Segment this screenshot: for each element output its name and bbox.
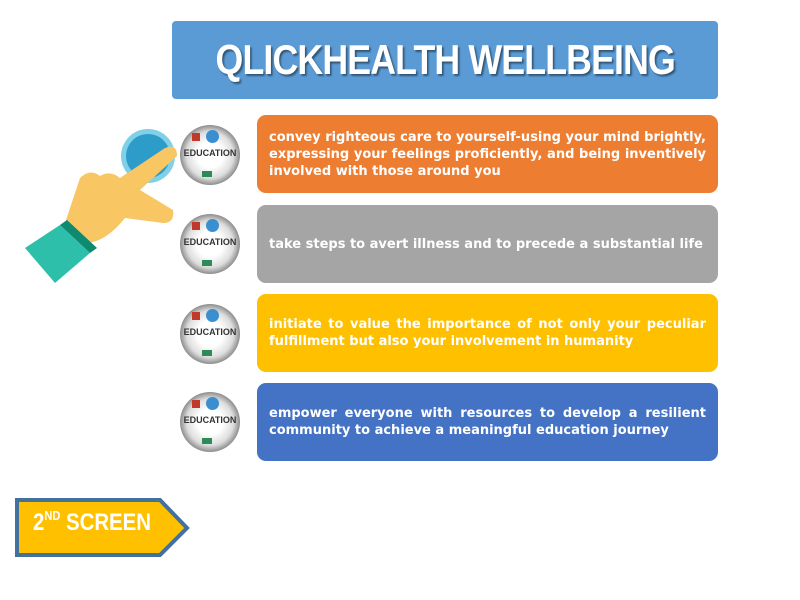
wellbeing-item-prevention: take steps to avert illness and to prece… <box>257 205 718 283</box>
page-title: QLICKHEALTH WELLBEING <box>172 21 718 99</box>
wellbeing-item-community: empower everyone with resources to devel… <box>257 383 718 461</box>
wellbeing-item-care: convey righteous care to yourself-using … <box>257 115 718 193</box>
education-icon: EDUCATION <box>180 392 240 452</box>
education-icon: EDUCATION <box>180 304 240 364</box>
second-screen-button[interactable]: 2ND SCREEN <box>15 498 190 562</box>
education-icon: EDUCATION <box>180 214 240 274</box>
education-icon: EDUCATION <box>180 125 240 185</box>
pointing-hand-icon <box>25 129 177 283</box>
wellbeing-item-humanity: initiate to value the importance of not … <box>257 294 718 372</box>
